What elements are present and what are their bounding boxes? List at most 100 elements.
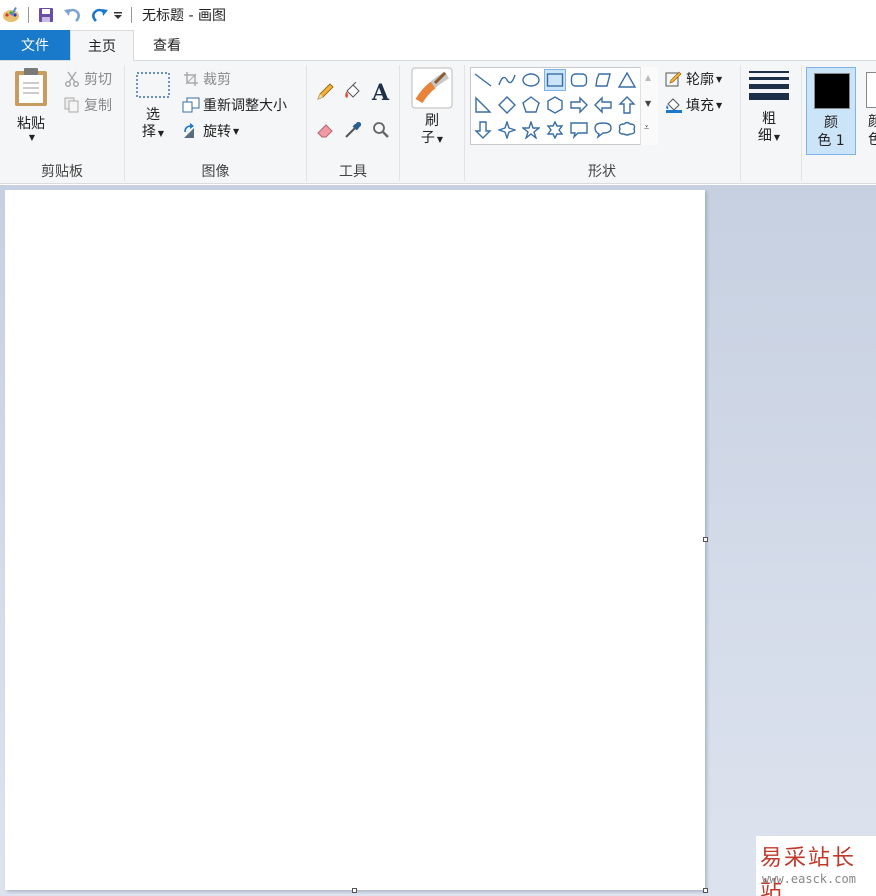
redo-icon[interactable] (89, 4, 111, 26)
size-label-top: 粗 (762, 111, 776, 127)
fill-button[interactable]: 填充 ▼ (664, 94, 722, 116)
color2-swatch (866, 72, 876, 108)
cut-button[interactable]: 剪切 (62, 68, 112, 90)
pentagon-shape-icon[interactable] (520, 94, 542, 116)
chevron-down-icon: ▼ (28, 133, 36, 142)
svg-text:A: A (371, 81, 390, 103)
four-point-star-shape-icon[interactable] (496, 119, 518, 141)
rectangular-callout-shape-icon[interactable] (568, 119, 590, 141)
tab-view[interactable]: 查看 (134, 30, 200, 60)
divider (131, 7, 132, 23)
resize-button[interactable]: 重新调整大小 (181, 94, 287, 116)
brushes-group: 刷 子 ▼ (400, 61, 464, 183)
oval-callout-shape-icon[interactable] (592, 119, 614, 141)
chevron-down-icon: ▼ (773, 133, 781, 142)
scroll-up-icon[interactable]: ▲ (645, 73, 651, 82)
scroll-down-icon[interactable]: ▼ (645, 99, 651, 108)
rounded-rectangle-shape-icon[interactable] (568, 69, 590, 91)
triangle-shape-icon[interactable] (616, 69, 638, 91)
color2-button[interactable]: 颜 色 (864, 67, 876, 155)
down-arrow-shape-icon[interactable] (472, 119, 494, 141)
color1-button[interactable]: 颜 色 1 (806, 67, 856, 155)
right-arrow-shape-icon[interactable] (568, 94, 590, 116)
eraser-icon[interactable] (312, 117, 338, 143)
shapes-group-label: 形状 (588, 164, 616, 180)
clipboard-group: 粘贴 ▼ 剪切 复制 剪贴板 (0, 61, 124, 183)
drawing-canvas[interactable] (5, 190, 705, 890)
resize-label: 重新调整大小 (203, 98, 287, 114)
tab-home[interactable]: 主页 (70, 30, 134, 61)
title-bar: 无标题 - 画图 (0, 0, 876, 30)
diamond-shape-icon[interactable] (496, 94, 518, 116)
copy-label: 复制 (84, 98, 112, 114)
resize-icon (181, 95, 201, 115)
color2-label: 颜 色 (868, 113, 876, 149)
select-button[interactable]: 选 择 ▼ (133, 71, 173, 142)
select-label-bottom: 择 ▼ (142, 124, 164, 142)
tab-file[interactable]: 文件 (0, 30, 70, 60)
brushes-button[interactable]: 刷 子 ▼ (410, 67, 454, 148)
ribbon: 粘贴 ▼ 剪切 复制 剪贴板 选 择 ▼ 裁剪 重新调整大小 旋转 ▼ 图像 A… (0, 60, 876, 184)
chevron-down-icon: ▼ (157, 129, 165, 138)
outline-button[interactable]: 轮廓 ▼ (664, 68, 722, 90)
cloud-callout-shape-icon[interactable] (616, 119, 638, 141)
ribbon-tabs: 文件 主页 查看 (0, 30, 876, 61)
size-label-bottom: 细 ▼ (758, 128, 780, 146)
select-label-top: 选 (146, 107, 160, 123)
outline-label: 轮廓 (686, 72, 714, 88)
curve-shape-icon[interactable] (496, 69, 518, 91)
color1-label-bottom: 色 1 (817, 133, 845, 149)
expand-gallery-icon[interactable]: ⩡ (644, 123, 649, 133)
watermark-cn: 易采站长站 (760, 846, 857, 896)
hexagon-shape-icon[interactable] (544, 94, 566, 116)
paste-button[interactable]: 粘贴 ▼ (8, 67, 54, 142)
six-point-star-shape-icon[interactable] (544, 119, 566, 141)
customize-dropdown-icon[interactable] (111, 4, 125, 26)
polygon-shape-icon[interactable] (592, 69, 614, 91)
resize-handle-corner[interactable] (703, 888, 708, 893)
rotate-icon (181, 121, 201, 141)
color-picker-icon[interactable] (340, 117, 366, 143)
rectangle-shape-icon[interactable] (544, 69, 566, 91)
brushes-label-top: 刷 (425, 113, 439, 129)
left-arrow-shape-icon[interactable] (592, 94, 614, 116)
fill-bucket-icon[interactable] (340, 79, 366, 105)
pencil-icon[interactable] (312, 79, 338, 105)
selection-rectangle-icon (136, 72, 170, 98)
fill-bucket-icon (664, 95, 684, 115)
color1-label: 颜 色 1 (807, 114, 855, 150)
cut-label: 剪切 (84, 72, 112, 88)
rotate-button[interactable]: 旋转 ▼ (181, 120, 239, 142)
tools-group: A 工具 (307, 61, 399, 183)
resize-handle-bottom[interactable] (352, 888, 357, 893)
image-group: 选 择 ▼ 裁剪 重新调整大小 旋转 ▼ 图像 (125, 61, 306, 183)
resize-handle-right[interactable] (703, 537, 708, 542)
magnifier-icon[interactable] (368, 117, 394, 143)
shapes-gallery (470, 67, 658, 145)
color2-label-bottom: 色 (868, 132, 876, 148)
size-button[interactable]: 粗 细 ▼ (746, 69, 792, 146)
watermark-en: www.easck.com (762, 872, 856, 886)
brushes-label-bottom-text: 子 (420, 130, 435, 146)
outline-pencil-icon (664, 69, 684, 89)
window-title: 无标题 - 画图 (142, 8, 226, 24)
divider (28, 7, 29, 23)
brush-icon (411, 67, 453, 109)
right-triangle-shape-icon[interactable] (472, 94, 494, 116)
text-icon[interactable]: A (368, 79, 394, 105)
paint-app-icon[interactable] (0, 4, 22, 26)
chevron-down-icon: ▼ (436, 135, 444, 144)
line-shape-icon[interactable] (472, 69, 494, 91)
oval-shape-icon[interactable] (520, 69, 542, 91)
clipboard-icon (15, 68, 47, 106)
save-icon[interactable] (35, 4, 57, 26)
crop-button[interactable]: 裁剪 (181, 68, 231, 90)
copy-button[interactable]: 复制 (62, 94, 112, 116)
select-label-bottom-text: 择 (141, 124, 156, 140)
clipboard-group-label: 剪贴板 (41, 164, 83, 180)
undo-icon[interactable] (61, 4, 83, 26)
five-point-star-shape-icon[interactable] (520, 119, 542, 141)
shapes-scrollbar[interactable]: ▲ ▼ ⩡ (640, 67, 658, 145)
up-arrow-shape-icon[interactable] (616, 94, 638, 116)
color1-label-top: 颜 (824, 115, 838, 131)
